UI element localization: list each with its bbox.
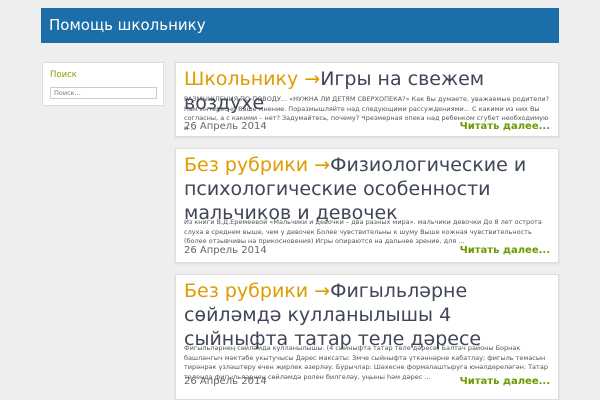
post-category[interactable]: Без рубрики → xyxy=(184,154,330,176)
post-card: Без рубрики →Физиологические и психологи… xyxy=(175,148,559,263)
post-category[interactable]: Без рубрики → xyxy=(184,280,330,302)
search-widget: Поиск xyxy=(42,62,164,106)
site-title[interactable]: Помощь школьнику xyxy=(49,16,206,34)
search-input[interactable] xyxy=(50,87,157,99)
post-card: Без рубрики →Фигыльләрне сөйләмдә куллан… xyxy=(175,274,559,400)
post-title[interactable]: Без рубрики →Фигыльләрне сөйләмдә куллан… xyxy=(184,279,554,351)
read-more-link[interactable]: Читать далее... xyxy=(460,376,550,387)
post-card: Школьнику →Игры на свежем воздухе РАЗМЫШ… xyxy=(175,62,559,137)
read-more-link[interactable]: Читать далее... xyxy=(460,245,550,256)
post-date: 26 Апрель 2014 xyxy=(184,121,267,132)
post-date: 26 Апрель 2014 xyxy=(184,245,267,256)
post-excerpt: Из книги В.Д.Еремеевой «Мальчики и девоч… xyxy=(184,218,542,245)
post-title[interactable]: Без рубрики →Физиологические и психологи… xyxy=(184,153,554,225)
post-date: 26 Апрель 2014 xyxy=(184,376,267,387)
search-widget-title: Поиск xyxy=(50,70,77,80)
site-header: Помощь школьнику xyxy=(41,8,559,43)
post-category[interactable]: Школьнику → xyxy=(184,68,320,90)
read-more-link[interactable]: Читать далее... xyxy=(460,121,550,132)
